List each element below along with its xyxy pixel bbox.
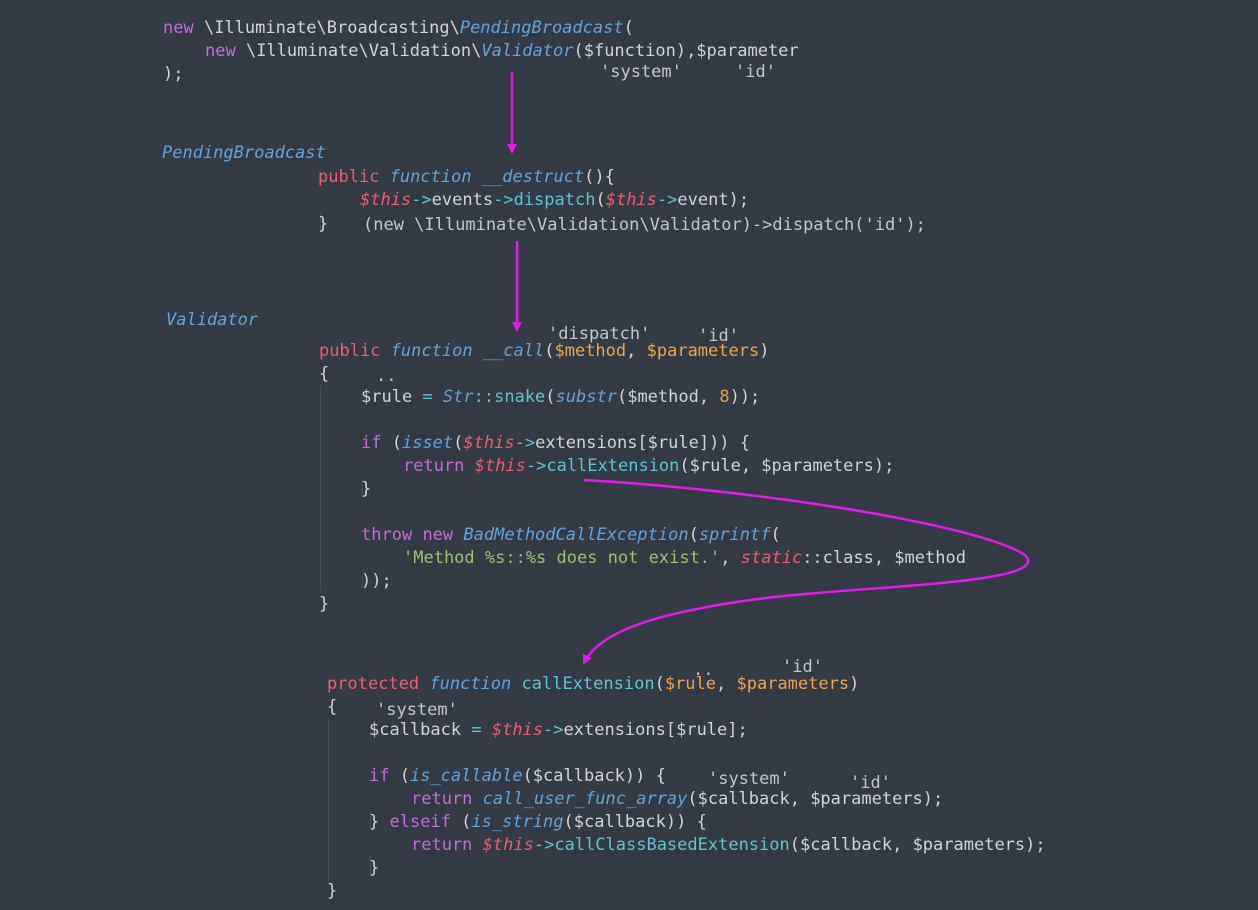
flow-arrow-to-call-extension <box>582 478 1030 665</box>
flow-arrows <box>507 72 1030 665</box>
